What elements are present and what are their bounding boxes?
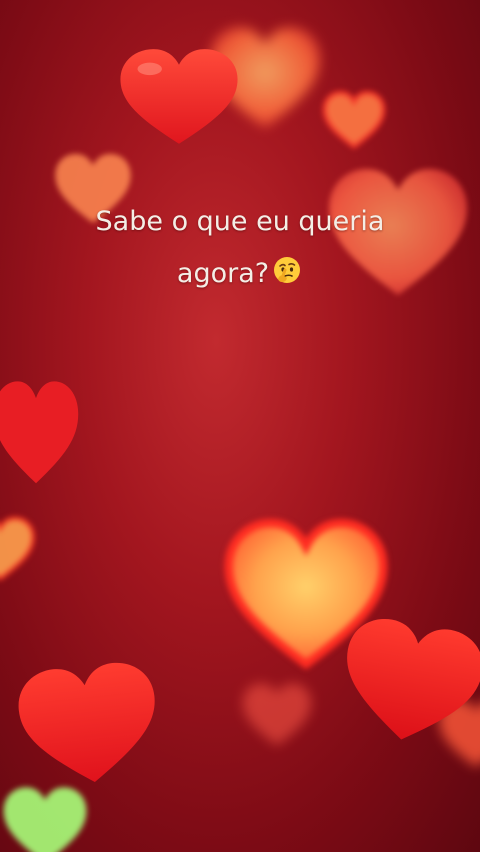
red-heart-bottom-left — [12, 655, 167, 797]
red-heart-left-middle — [0, 378, 80, 490]
red-heart-top — [118, 46, 240, 150]
bokeh-heart-left-edge — [0, 500, 36, 600]
thinking-face-emoji-icon — [271, 253, 303, 285]
caption-line-1: Sabe o que eu queria — [95, 206, 385, 237]
bokeh-heart-top-right-small — [322, 88, 386, 154]
red-heart-bottom-right — [330, 609, 480, 760]
bokeh-heart-bottom-center — [240, 676, 314, 756]
background-scene: Sabe o que eu queria agora? — [0, 0, 480, 852]
caption-line-2-text: agora? — [176, 258, 270, 289]
caption-line-2: agora? — [0, 248, 480, 300]
caption-text: Sabe o que eu queria agora? — [0, 196, 480, 300]
